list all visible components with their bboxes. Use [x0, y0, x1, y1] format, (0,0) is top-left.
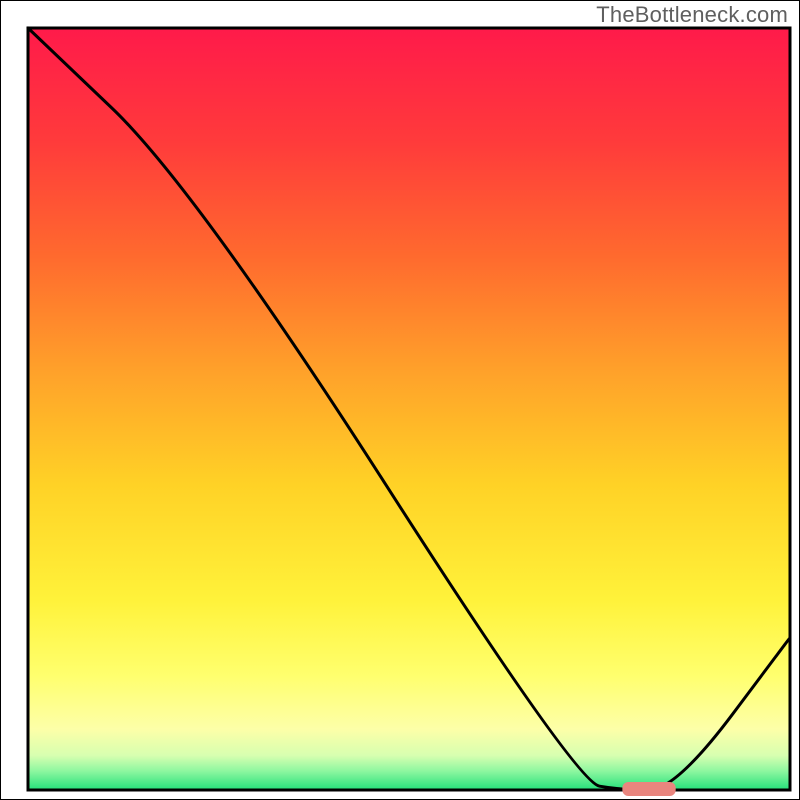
optimum-marker	[622, 782, 675, 796]
bottleneck-chart	[0, 0, 800, 800]
attribution-text: TheBottleneck.com	[596, 2, 788, 28]
